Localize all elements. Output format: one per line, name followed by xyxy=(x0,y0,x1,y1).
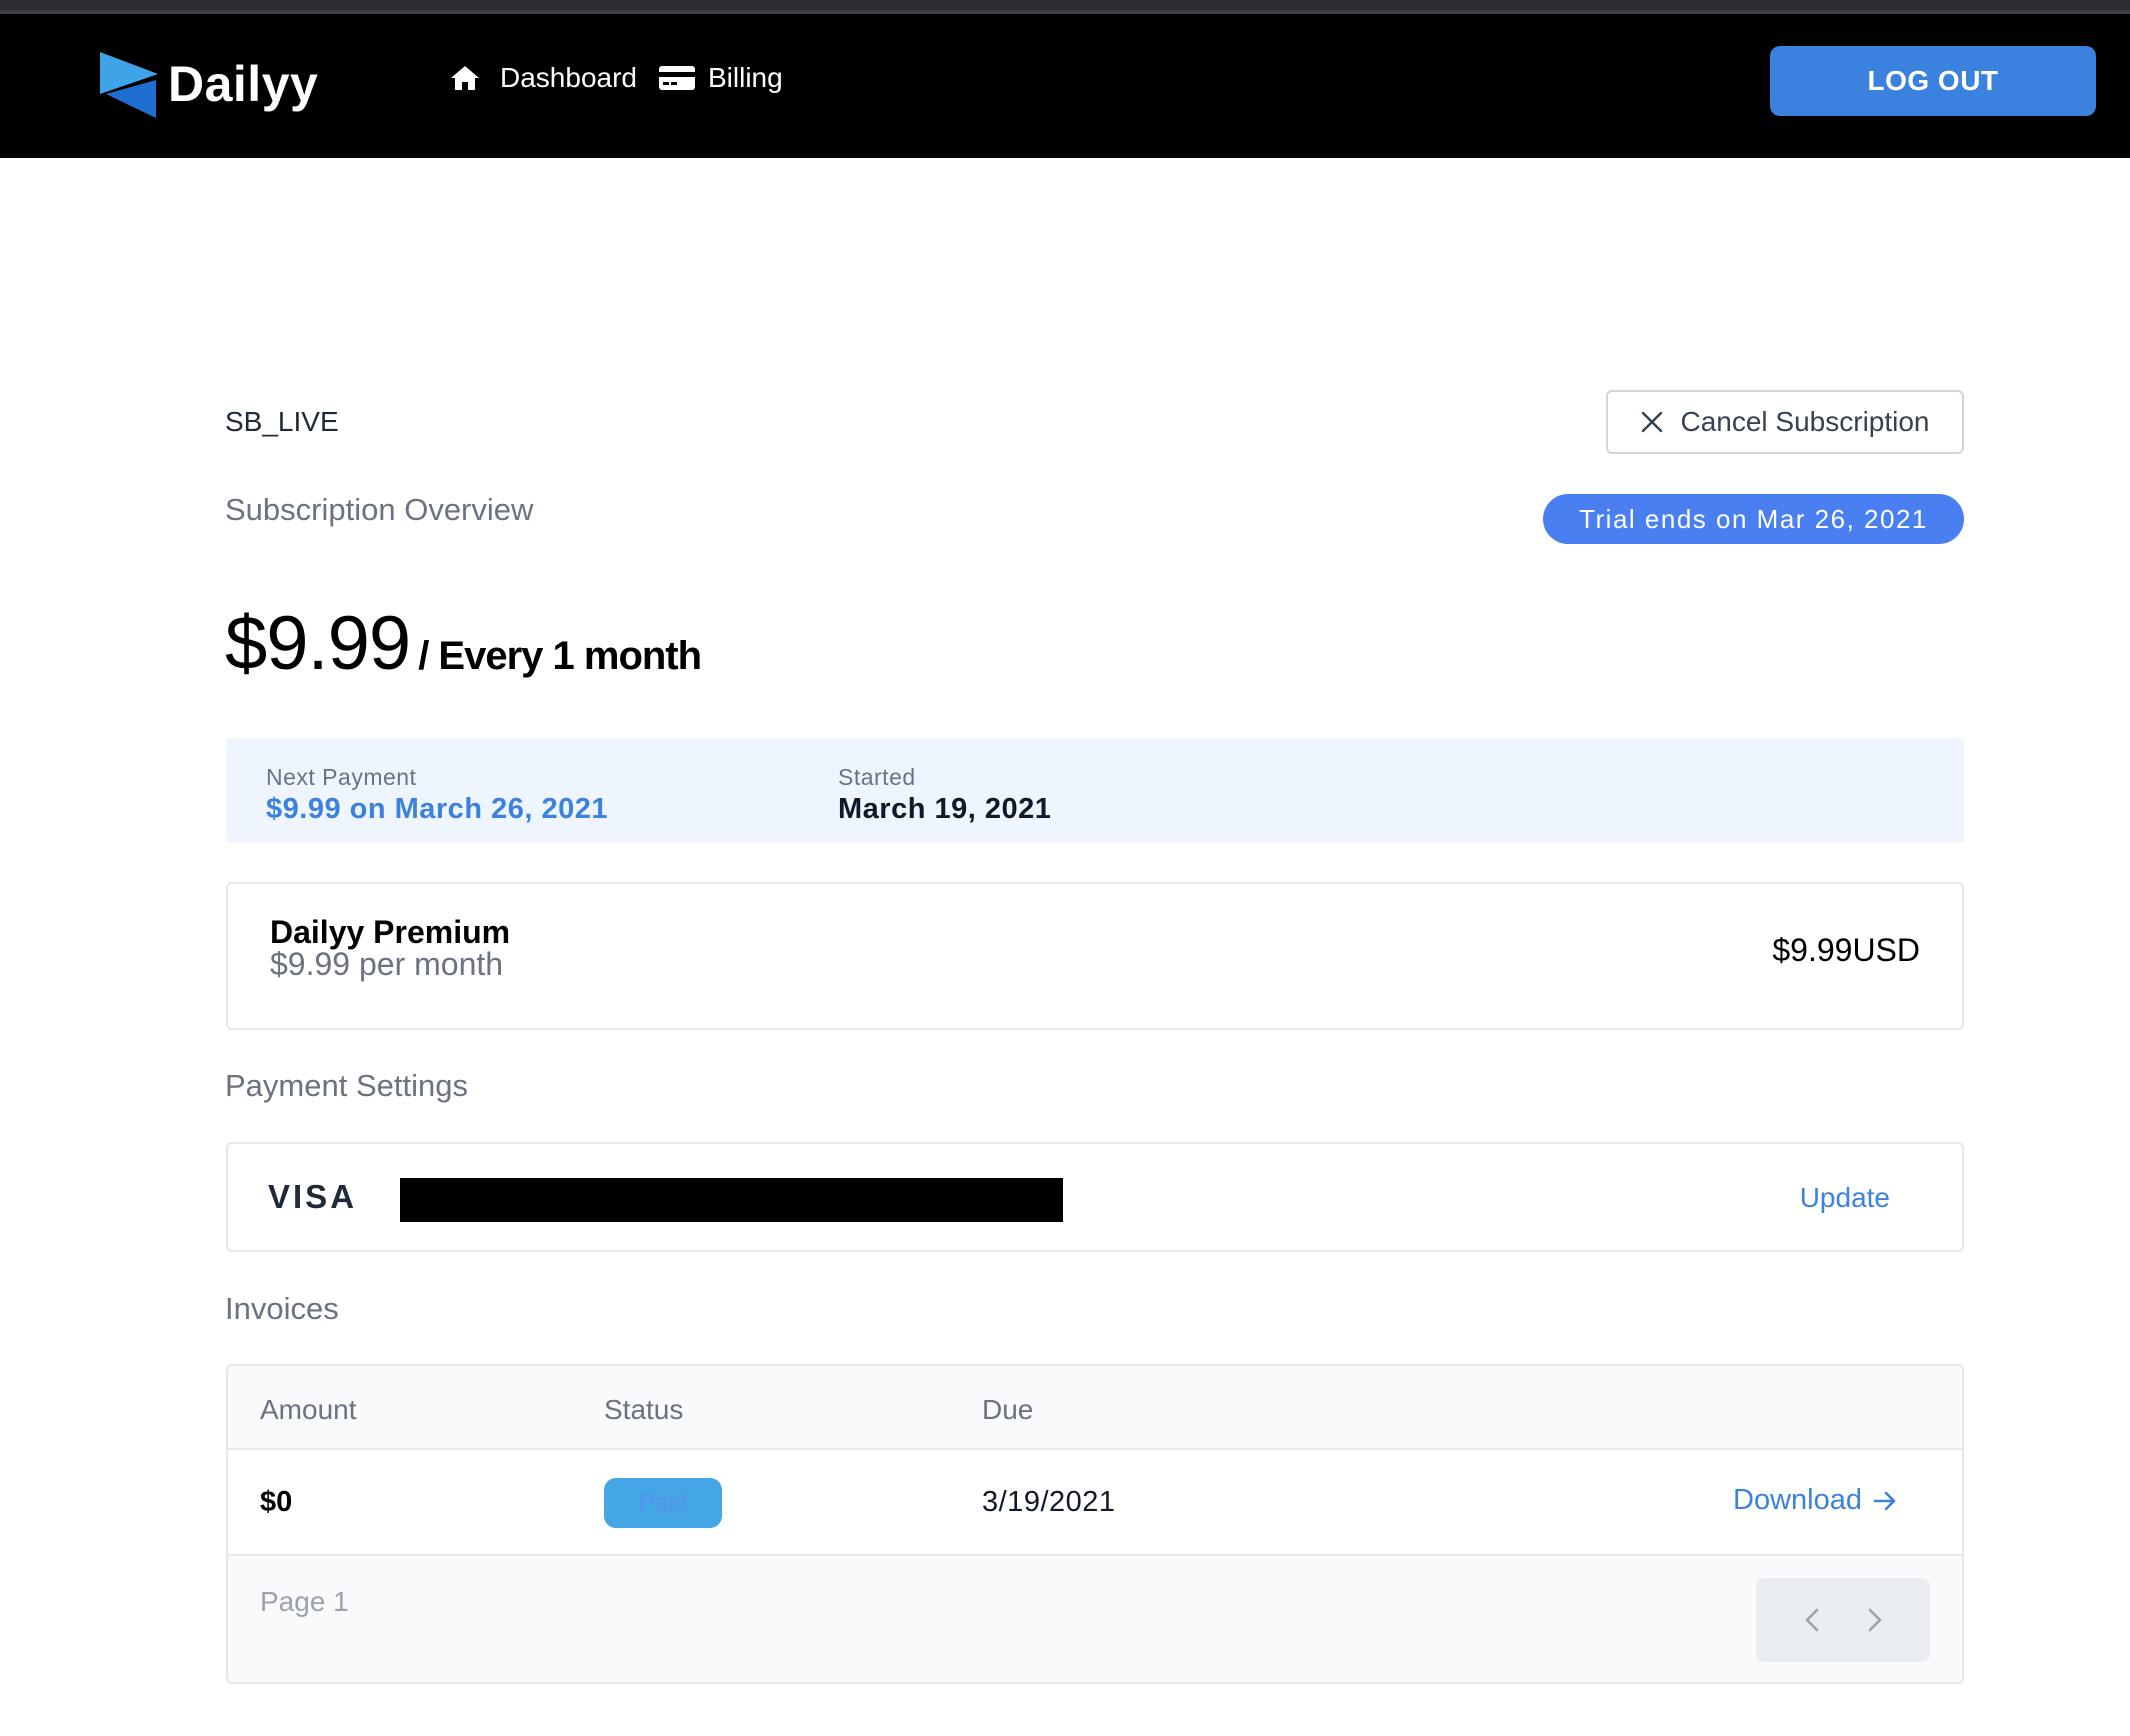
plan-card: Dailyy Premium $9.99 per month $9.99USD xyxy=(226,882,1964,1030)
plan-subtitle: $9.99 per month xyxy=(270,946,504,982)
status-badge: Paid xyxy=(604,1478,722,1528)
invoice-amount: $0 xyxy=(260,1486,293,1518)
invoices-table: Amount Status Due $0 Paid 3/19/2021 Down… xyxy=(226,1364,1964,1684)
window-top-strip xyxy=(0,0,2130,14)
download-invoice-link[interactable]: Download xyxy=(1733,1484,1898,1517)
card-brand: VISA xyxy=(268,1178,358,1215)
payment-method-card: VISA Update xyxy=(226,1142,1964,1252)
column-header-amount: Amount xyxy=(260,1394,357,1425)
pagination-controls xyxy=(1756,1578,1930,1662)
next-page-button[interactable] xyxy=(1855,1600,1895,1640)
previous-page-button[interactable] xyxy=(1792,1600,1832,1640)
chevron-left-icon xyxy=(1805,1608,1818,1632)
started-date: Started March 19, 2021 xyxy=(838,764,1051,826)
cancel-subscription-button[interactable]: Cancel Subscription xyxy=(1606,390,1964,454)
invoice-due-date: 3/19/2021 xyxy=(982,1486,1116,1518)
top-navbar: Dailyy Dashboard Billing LOG OUT xyxy=(0,14,2130,158)
subscription-price: $9.99 / Every 1 month xyxy=(225,600,702,687)
table-row: $0 Paid 3/19/2021 Download xyxy=(228,1450,1962,1556)
home-icon xyxy=(451,66,479,90)
account-id: SB_LIVE xyxy=(225,406,339,437)
price-amount: $9.99 xyxy=(225,601,411,686)
app-name: Dailyy xyxy=(168,56,319,112)
app-logo[interactable]: Dailyy xyxy=(100,50,318,118)
price-period: / Every 1 month xyxy=(418,634,702,678)
arrow-right-icon xyxy=(1873,1491,1896,1510)
close-icon xyxy=(1642,411,1663,433)
logout-button[interactable]: LOG OUT xyxy=(1770,46,2096,116)
plan-price: $9.99USD xyxy=(1772,932,1920,968)
invoices-title: Invoices xyxy=(225,1291,339,1326)
next-payment-label: Next Payment xyxy=(266,764,417,790)
credit-card-icon xyxy=(659,66,695,90)
trial-status-badge: Trial ends on Mar 26, 2021 xyxy=(1543,494,1964,544)
download-label: Download xyxy=(1733,1484,1862,1516)
next-payment: Next Payment $9.99 on March 26, 2021 xyxy=(266,764,608,826)
next-payment-value: $9.99 on March 26, 2021 xyxy=(266,793,608,825)
payment-settings-title: Payment Settings xyxy=(225,1068,468,1103)
started-label: Started xyxy=(838,764,916,790)
payment-summary-strip: Next Payment $9.99 on March 26, 2021 Sta… xyxy=(226,738,1964,842)
subscription-overview-title: Subscription Overview xyxy=(225,492,534,527)
column-header-status: Status xyxy=(604,1394,684,1425)
cancel-subscription-label: Cancel Subscription xyxy=(1680,406,1930,437)
nav-dashboard-label: Dashboard xyxy=(500,62,637,93)
dailyy-logo-icon xyxy=(100,52,158,118)
table-footer: Page 1 xyxy=(228,1556,1962,1682)
chevron-right-icon xyxy=(1868,1608,1881,1632)
table-header: Amount Status Due xyxy=(228,1366,1962,1450)
column-header-due: Due xyxy=(982,1394,1034,1425)
nav-billing-label: Billing xyxy=(708,62,783,93)
redacted-card-number xyxy=(400,1178,1063,1222)
page-indicator: Page 1 xyxy=(260,1586,349,1617)
nav-dashboard-link[interactable]: Dashboard xyxy=(450,62,637,94)
update-payment-link[interactable]: Update xyxy=(1800,1182,1890,1214)
nav-billing-link[interactable]: Billing xyxy=(658,62,783,94)
started-value: March 19, 2021 xyxy=(838,793,1052,825)
